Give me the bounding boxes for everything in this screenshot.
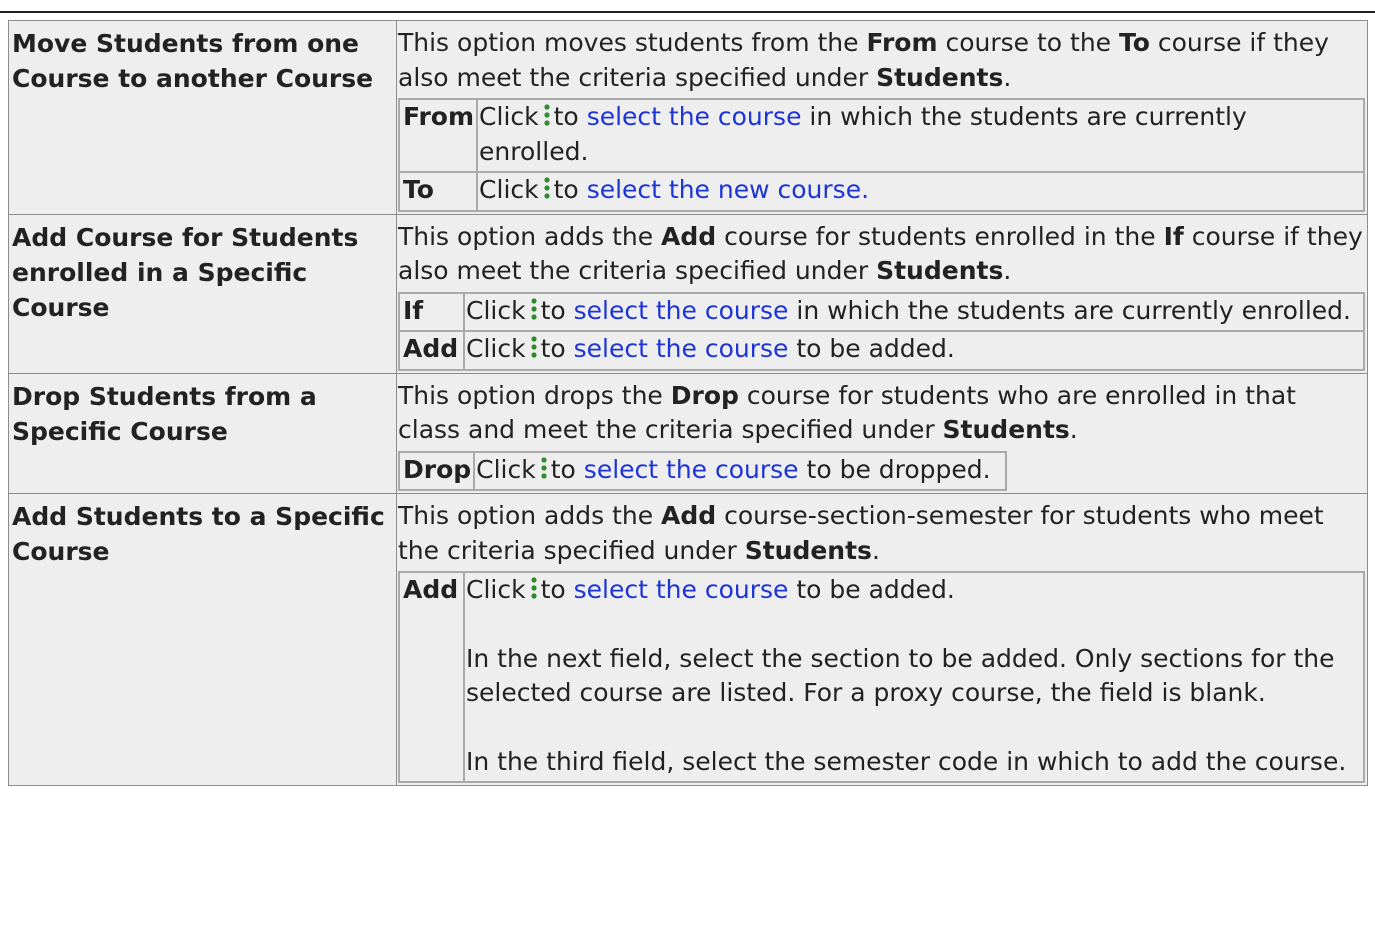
- field-name: To: [397, 171, 479, 212]
- field-description: Click to select the course to be added. I…: [463, 571, 1365, 783]
- option-description: This option adds the Add course for stud…: [396, 213, 1368, 374]
- vertical-dots-icon[interactable]: [543, 177, 551, 199]
- summary-text: course to the: [937, 28, 1120, 57]
- option-summary: This option moves students from the From…: [398, 26, 1365, 95]
- click-text: Click: [466, 575, 526, 604]
- summary-text: This option moves students from the: [398, 28, 867, 57]
- field-rest-text: in which the students are currently enro…: [796, 295, 1351, 325]
- summary-bold: Add: [661, 501, 717, 530]
- summary-text: .: [1003, 256, 1012, 285]
- option-label: Drop Students from a Specific Course: [8, 372, 397, 494]
- to-text: to: [540, 575, 566, 604]
- option-label: Move Students from one Course to another…: [8, 20, 397, 215]
- summary-bold: Students: [876, 256, 1004, 285]
- click-text: Click: [479, 175, 539, 204]
- select-course-link[interactable]: select the course: [574, 575, 789, 604]
- summary-bold: Add: [661, 221, 717, 251]
- select-new-course-link[interactable]: select the new course.: [587, 175, 869, 204]
- summary-bold: Students: [744, 535, 872, 565]
- summary-bold: From: [866, 28, 938, 57]
- to-text: to: [553, 102, 579, 131]
- option-summary: This option drops the Drop course for st…: [398, 379, 1365, 448]
- vertical-dots-icon[interactable]: [530, 297, 538, 320]
- field-row: To Click to select the new course.: [397, 171, 1365, 212]
- select-course-link[interactable]: select the course: [574, 296, 789, 325]
- options-table: Move Students from one Course to another…: [8, 20, 1368, 786]
- vertical-dots-icon[interactable]: [540, 456, 548, 479]
- click-text: Click: [479, 102, 539, 131]
- vertical-dots-icon[interactable]: [543, 104, 551, 126]
- summary-text: .: [1069, 415, 1078, 444]
- to-text: to: [540, 334, 566, 363]
- summary-bold: Drop: [670, 380, 739, 410]
- option-description: This option drops the Drop course for st…: [396, 372, 1368, 494]
- option-label: Add Students to a Specific Course: [8, 493, 397, 786]
- click-text: Click: [466, 334, 526, 363]
- summary-bold: To: [1119, 28, 1150, 57]
- summary-text: .: [871, 535, 880, 565]
- click-text: Click: [466, 295, 526, 325]
- field-name: If: [398, 291, 465, 332]
- section-note: In the next field, select the section to…: [466, 643, 1335, 708]
- field-name: From: [397, 98, 479, 173]
- summary-text: .: [1003, 62, 1012, 92]
- field-row: Drop Click to select the course to be dro…: [397, 450, 1007, 491]
- select-course-link[interactable]: select the course: [574, 334, 789, 363]
- field-rest-text: to be dropped.: [806, 454, 991, 484]
- option-summary: This option adds the Add course-section-…: [398, 499, 1365, 568]
- field-rest-text: to be added.: [796, 334, 955, 363]
- field-row: If Click to select the course in which th…: [398, 291, 1365, 332]
- summary-bold: If: [1163, 221, 1184, 251]
- to-text: to: [553, 175, 579, 204]
- field-table: If Click to select the course in which th…: [398, 291, 1365, 371]
- field-description: Click to select the course to be dropped.: [473, 450, 1007, 491]
- field-name: Add: [398, 571, 465, 783]
- field-description: Click to select the course in which the s…: [463, 291, 1365, 332]
- field-row: From Click to select the course in which …: [397, 98, 1365, 173]
- vertical-dots-icon[interactable]: [530, 336, 538, 358]
- summary-bold: Students: [876, 62, 1004, 92]
- summary-text: This option adds the: [398, 501, 662, 530]
- option-row: Move Students from one Course to another…: [8, 20, 1368, 215]
- option-description: This option adds the Add course-section-…: [396, 493, 1368, 786]
- semester-note: In the third field, select the semester …: [466, 746, 1347, 776]
- field-description: Click to select the course to be added.: [463, 330, 1365, 371]
- vertical-dots-icon[interactable]: [530, 577, 538, 599]
- option-label: Add Course for Students enrolled in a Sp…: [8, 213, 397, 374]
- top-rule: [0, 11, 1375, 13]
- field-table: From Click to select the course in which …: [397, 98, 1365, 212]
- option-description: This option moves students from the From…: [396, 20, 1368, 215]
- select-course-link[interactable]: select the course: [587, 102, 802, 131]
- field-description: Click to select the course in which the s…: [476, 98, 1365, 173]
- field-description: Click to select the new course.: [476, 171, 1365, 212]
- click-text: Click: [476, 454, 536, 484]
- summary-text: This option drops the: [398, 380, 671, 410]
- summary-text: course for students enrolled in the: [716, 221, 1164, 251]
- field-row: Add Click to select the course to be adde…: [398, 571, 1365, 783]
- option-row: Add Students to a Specific Course This o…: [8, 493, 1368, 786]
- field-table: Add Click to select the course to be adde…: [398, 571, 1365, 783]
- option-summary: This option adds the Add course for stud…: [398, 220, 1365, 289]
- field-name: Drop: [397, 450, 476, 491]
- field-name: Add: [398, 330, 465, 371]
- summary-text: This option adds the: [398, 221, 662, 251]
- to-text: to: [550, 454, 576, 484]
- select-course-link[interactable]: select the course: [584, 455, 799, 484]
- field-rest-text: to be added.: [796, 575, 955, 604]
- summary-bold: Students: [942, 415, 1070, 444]
- field-row: Add Click to select the course to be adde…: [398, 330, 1365, 371]
- option-row: Drop Students from a Specific Course Thi…: [8, 372, 1368, 494]
- field-table: Drop Click to select the course to be dro…: [397, 450, 1007, 491]
- option-row: Add Course for Students enrolled in a Sp…: [8, 213, 1368, 374]
- to-text: to: [540, 295, 566, 325]
- field-line: Click to select the course to be added.: [466, 573, 1359, 608]
